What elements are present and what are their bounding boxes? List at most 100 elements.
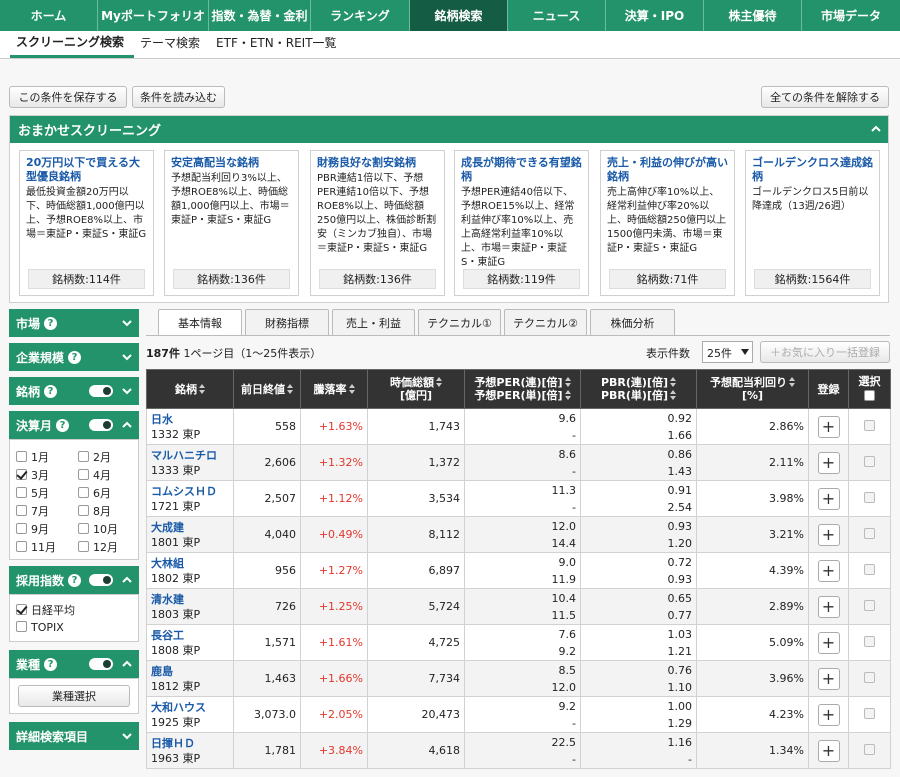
nav-index-fx[interactable]: 指数・為替・金利 <box>209 0 311 31</box>
load-conditions-button[interactable]: 条件を読み込む <box>132 86 225 108</box>
col-change[interactable]: 騰落率 <box>300 369 368 409</box>
stock-name-link[interactable]: コムシスＨＤ <box>151 484 229 499</box>
help-icon[interactable]: ? <box>44 384 58 398</box>
omakase-card[interactable]: 売上・利益の伸びが高い銘柄 売上高伸び率10%以上、経常利益伸び率20%以上、時… <box>600 150 735 296</box>
checkbox-checked[interactable] <box>16 604 27 615</box>
nav-home[interactable]: ホーム <box>0 0 98 31</box>
tab-technical-1[interactable]: テクニカル① <box>418 309 501 335</box>
checkbox[interactable] <box>16 487 27 498</box>
row-select-checkbox[interactable] <box>864 456 875 467</box>
month-option[interactable]: 1月 <box>16 449 49 465</box>
add-favorite-button[interactable]: + <box>817 739 840 762</box>
month-option[interactable]: 2月 <box>78 449 111 465</box>
month-option[interactable]: 5月 <box>16 485 49 501</box>
nav-ranking[interactable]: ランキング <box>311 0 410 31</box>
omakase-card[interactable]: 成長が期待できる有望銘柄 予想PER連結40倍以下、予想ROE15%以上、経常利… <box>454 150 589 296</box>
nav-stock-search[interactable]: 銘柄検索 <box>410 0 508 31</box>
filter-toggle[interactable] <box>89 419 113 431</box>
stock-name-link[interactable]: 大成建 <box>151 520 229 535</box>
add-favorite-button[interactable]: + <box>817 631 840 654</box>
card-title[interactable]: 財務良好な割安銘柄 <box>317 156 438 170</box>
gyoshu-select-button[interactable]: 業種選択 <box>18 685 130 707</box>
nav-earnings-ipo[interactable]: 決算・IPO <box>606 0 704 31</box>
clear-conditions-button[interactable]: 全ての条件を解除する <box>761 86 889 108</box>
col-per[interactable]: 予想PER(連)[倍] 予想PER(単)[倍] <box>464 369 581 409</box>
stock-name-link[interactable]: 長谷工 <box>151 628 229 643</box>
tab-stock-analysis[interactable]: 株価分析 <box>590 309 675 335</box>
row-select-checkbox[interactable] <box>864 420 875 431</box>
month-option[interactable]: 12月 <box>78 539 118 555</box>
add-favorite-button[interactable]: + <box>817 667 840 690</box>
checkbox-checked[interactable] <box>16 469 27 480</box>
stock-name-link[interactable]: 鹿島 <box>151 664 229 679</box>
filter-kessan-header[interactable]: 決算月? <box>9 411 139 439</box>
row-select-checkbox[interactable] <box>864 564 875 575</box>
card-title[interactable]: ゴールデンクロス達成銘柄 <box>752 156 873 184</box>
card-title[interactable]: 20万円以下で買える大型優良銘柄 <box>26 156 147 184</box>
save-conditions-button[interactable]: この条件を保存する <box>9 86 127 108</box>
perpage-select[interactable]: 25件 <box>702 341 753 363</box>
row-select-checkbox[interactable] <box>864 636 875 647</box>
omakase-header[interactable]: おまかせスクリーニング <box>10 116 888 143</box>
checkbox[interactable] <box>78 469 89 480</box>
index-option-topix[interactable]: TOPIX <box>16 621 64 634</box>
month-option[interactable]: 9月 <box>16 521 49 537</box>
help-icon[interactable]: ? <box>68 573 82 587</box>
help-icon[interactable]: ? <box>44 657 58 671</box>
bulk-favorite-button[interactable]: ＋お気に入り一括登録 <box>760 341 890 363</box>
month-option[interactable]: 6月 <box>78 485 111 501</box>
checkbox[interactable] <box>16 451 27 462</box>
nav-shareholder-benefits[interactable]: 株主優待 <box>704 0 802 31</box>
stock-name-link[interactable]: 大林組 <box>151 556 229 571</box>
stock-name-link[interactable]: 日揮ＨＤ <box>151 736 229 751</box>
add-favorite-button[interactable]: + <box>817 703 840 726</box>
omakase-card[interactable]: 財務良好な割安銘柄 PBR連結1倍以下、予想PER連結10倍以下、予想ROE8%… <box>310 150 445 296</box>
chevron-up-icon[interactable] <box>122 575 132 585</box>
filter-index-header[interactable]: 採用指数? <box>9 566 139 594</box>
row-select-checkbox[interactable] <box>864 528 875 539</box>
month-option[interactable]: 4月 <box>78 467 111 483</box>
stock-name-link[interactable]: 大和ハウス <box>151 700 229 715</box>
chevron-down-icon[interactable] <box>122 731 132 741</box>
filter-size-header[interactable]: 企業規模? <box>9 343 139 371</box>
add-favorite-button[interactable]: + <box>817 415 840 438</box>
month-option[interactable]: 11月 <box>16 539 56 555</box>
filter-brand-header[interactable]: 銘柄? <box>9 377 139 405</box>
month-option[interactable]: 10月 <box>78 521 118 537</box>
card-title[interactable]: 安定高配当な銘柄 <box>171 156 292 170</box>
add-favorite-button[interactable]: + <box>817 523 840 546</box>
card-title[interactable]: 売上・利益の伸びが高い銘柄 <box>607 156 728 184</box>
chevron-down-icon[interactable] <box>122 386 132 396</box>
tab-financial[interactable]: 財務指標 <box>245 309 329 335</box>
stock-name-link[interactable]: 日水 <box>151 412 229 427</box>
stock-name-link[interactable]: マルハニチロ <box>151 448 229 463</box>
row-select-checkbox[interactable] <box>864 708 875 719</box>
index-option-nikkei[interactable]: 日経平均 <box>16 602 75 618</box>
nav-market-data[interactable]: 市場データ <box>802 0 900 31</box>
chevron-up-icon[interactable] <box>122 659 132 669</box>
tab-sales-profit[interactable]: 売上・利益 <box>332 309 415 335</box>
subnav-screening[interactable]: スクリーニング検索 <box>10 33 135 58</box>
month-option[interactable]: 8月 <box>78 503 111 519</box>
card-title[interactable]: 成長が期待できる有望銘柄 <box>461 156 582 184</box>
checkbox[interactable] <box>16 541 27 552</box>
checkbox[interactable] <box>78 505 89 516</box>
col-pbr[interactable]: PBR(連)[倍] PBR(単)[倍] <box>580 369 697 409</box>
add-favorite-button[interactable]: + <box>817 451 840 474</box>
add-favorite-button[interactable]: + <box>817 559 840 582</box>
row-select-checkbox[interactable] <box>864 600 875 611</box>
filter-toggle[interactable] <box>89 385 113 397</box>
add-favorite-button[interactable]: + <box>817 487 840 510</box>
col-close[interactable]: 前日終値 <box>233 369 301 409</box>
checkbox[interactable] <box>16 523 27 534</box>
checkbox[interactable] <box>78 451 89 462</box>
filter-toggle[interactable] <box>89 574 113 586</box>
omakase-card[interactable]: 20万円以下で買える大型優良銘柄 最低投資金額20万円以下、時価総額1,000億… <box>19 150 154 296</box>
month-option[interactable]: 3月 <box>16 467 49 483</box>
filter-gyoshu-header[interactable]: 業種? <box>9 650 139 678</box>
help-icon[interactable]: ? <box>56 418 70 432</box>
filter-detail-header[interactable]: 詳細検索項目 <box>9 722 139 750</box>
add-favorite-button[interactable]: + <box>817 595 840 618</box>
help-icon[interactable]: ? <box>68 350 82 364</box>
chevron-down-icon[interactable] <box>122 318 132 328</box>
